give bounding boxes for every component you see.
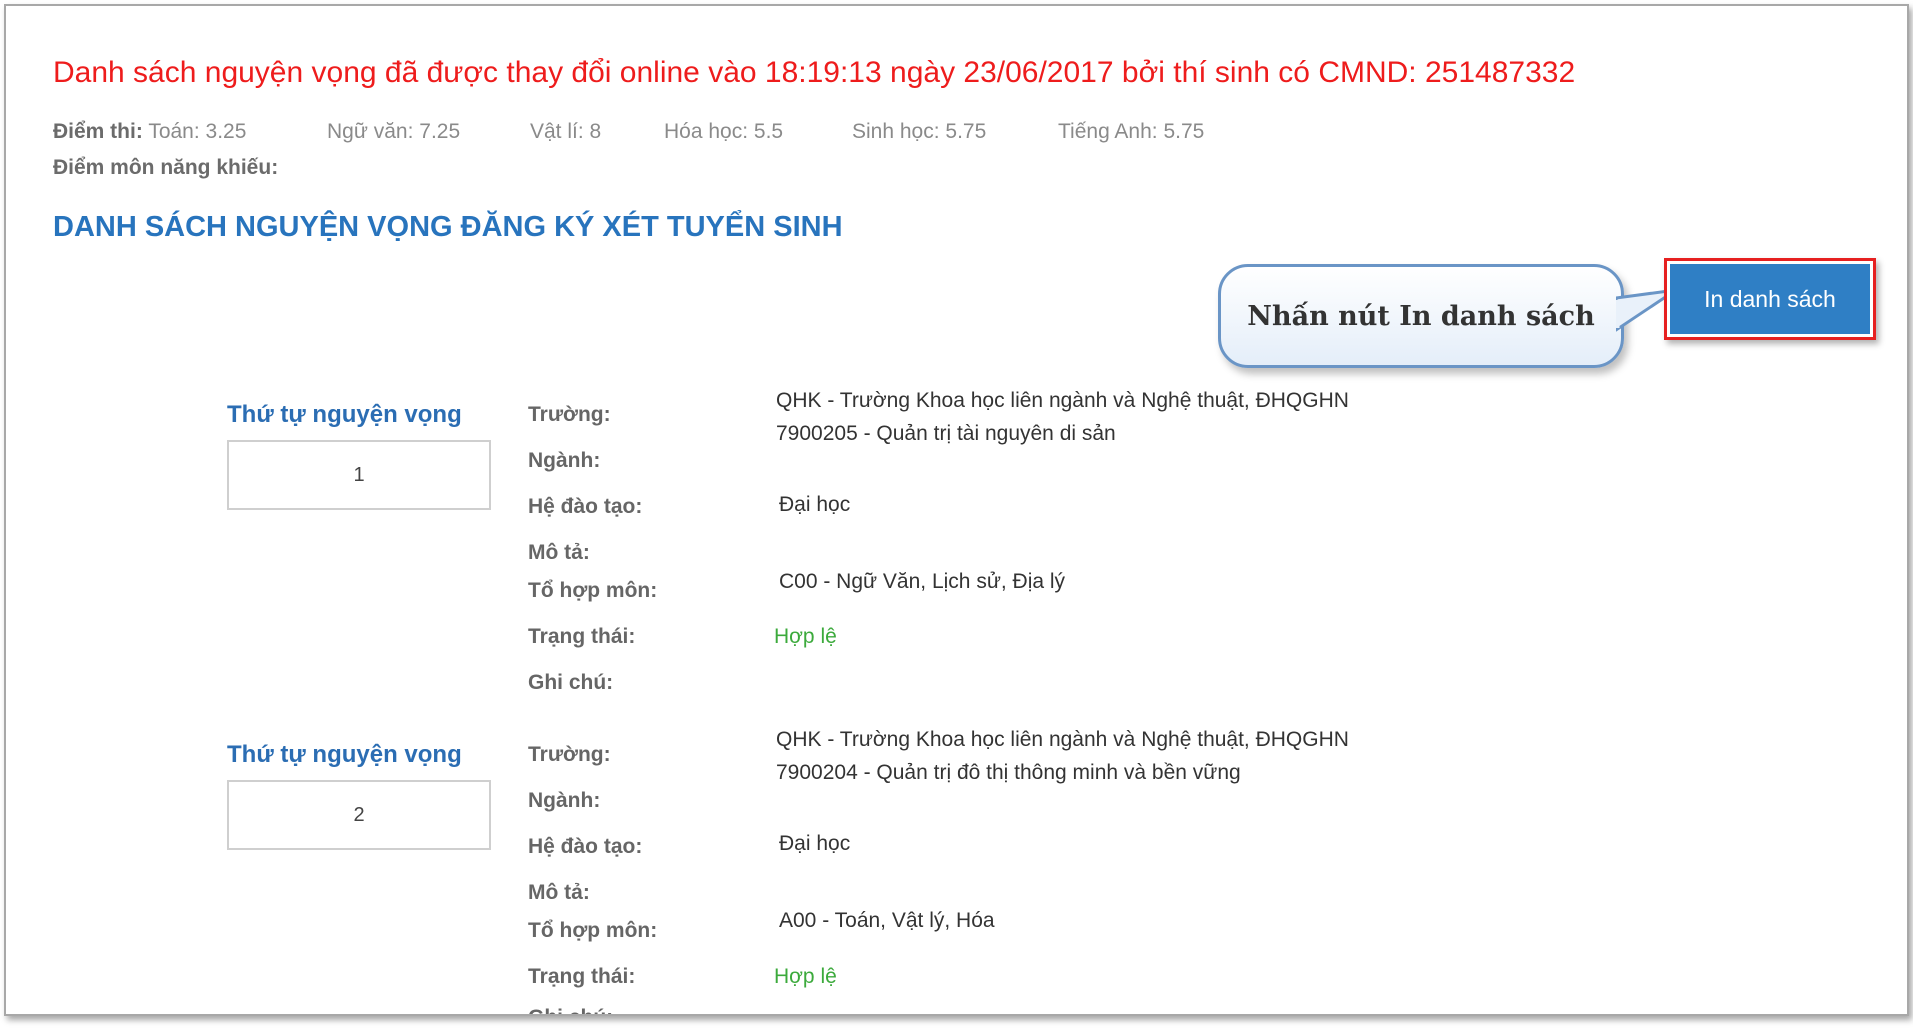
training-value: Đại học	[779, 832, 851, 855]
scores-prefix: Điểm thi:	[53, 120, 143, 143]
scores-first: Điểm thi: Toán: 3.25	[53, 120, 246, 144]
combination-value: A00 - Toán, Vật lý, Hóa	[779, 909, 995, 932]
school-value: QHK - Trường Khoa học liên ngành và Nghệ…	[776, 728, 1349, 751]
major-value: 7900204 - Quản trị đô thị thông minh và …	[776, 761, 1241, 784]
section-title: DANH SÁCH NGUYỆN VỌNG ĐĂNG KÝ XÉT TUYỂN …	[53, 211, 843, 243]
status-label: Trạng thái:	[528, 625, 636, 648]
description-label: Mô tả:	[528, 541, 590, 564]
major-value: 7900205 - Quản trị tài nguyên di sản	[776, 422, 1116, 445]
score-math: Toán: 3.25	[148, 120, 247, 143]
score-physics: Vật lí: 8	[530, 120, 602, 143]
note-label: Ghi chú:	[528, 671, 614, 694]
callout-text: Nhấn nút In danh sách	[1247, 300, 1595, 332]
school-value: QHK - Trường Khoa học liên ngành và Nghệ…	[776, 389, 1349, 412]
combination-label: Tổ hợp môn:	[528, 579, 658, 602]
score-literature: Ngữ văn: 7.25	[327, 120, 461, 143]
major-label: Ngành:	[528, 449, 601, 472]
combination-value: C00 - Ngữ Văn, Lịch sử, Địa lý	[779, 570, 1066, 593]
order-field[interactable]: 1	[227, 440, 491, 510]
main-panel: Danh sách nguyện vọng đã được thay đổi o…	[4, 4, 1909, 1016]
change-notice: Danh sách nguyện vọng đã được thay đổi o…	[53, 56, 1576, 89]
score-biology: Sinh học: 5.75	[852, 120, 987, 143]
training-label: Hệ đào tạo:	[528, 835, 643, 858]
talent-score-label: Điểm môn năng khiếu:	[53, 156, 279, 179]
score-english: Tiếng Anh: 5.75	[1058, 120, 1205, 143]
school-label: Trường:	[528, 743, 611, 766]
score-chemistry: Hóa học: 5.5	[664, 120, 784, 143]
description-label: Mô tả:	[528, 881, 590, 904]
print-list-button[interactable]: In danh sách	[1670, 264, 1870, 334]
school-label: Trường:	[528, 403, 611, 426]
order-field[interactable]: 2	[227, 780, 491, 850]
major-label: Ngành:	[528, 789, 601, 812]
note-label: Ghi chú:	[528, 1006, 613, 1014]
status-value: Hợp lệ	[774, 625, 837, 648]
combination-label: Tổ hợp môn:	[528, 919, 658, 942]
training-value: Đại học	[779, 493, 851, 516]
print-button-highlight: In danh sách	[1664, 258, 1876, 340]
status-label: Trạng thái:	[528, 965, 636, 988]
status-value: Hợp lệ	[774, 965, 837, 988]
training-label: Hệ đào tạo:	[528, 495, 643, 518]
order-label: Thứ tự nguyện vọng	[227, 741, 462, 768]
order-label: Thứ tự nguyện vọng	[227, 401, 462, 428]
